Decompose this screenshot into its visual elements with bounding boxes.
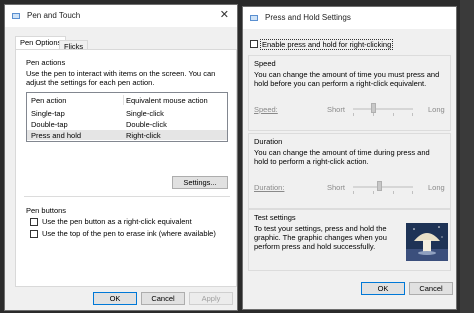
row-action: Double-tap [31, 120, 68, 129]
list-item-selected[interactable]: Press and hold Right-click [27, 130, 227, 140]
row-mouse: Single-click [126, 109, 164, 118]
duration-slider-track[interactable] [353, 186, 413, 188]
pen-and-touch-dialog: Pen and Touch ✕ Pen Options Flicks Pen a… [4, 4, 238, 311]
erase-ink-label: Use the top of the pen to erase ink (whe… [42, 229, 216, 238]
settings-button[interactable]: Settings... [172, 176, 228, 189]
speed-long-label: Long [428, 105, 445, 114]
pen-actions-description: Use the pen to interact with items on th… [26, 69, 216, 87]
speed-description: You can change the amount of time you mu… [254, 70, 440, 88]
row-action: Single-tap [31, 109, 65, 118]
pen-options-panel: Pen actions Use the pen to interact with… [15, 49, 237, 287]
enable-press-hold-label: Enable press and hold for right-clicking [260, 39, 394, 50]
row-mouse: Double-click [126, 120, 167, 129]
pen-touch-titlebar: Pen and Touch ✕ [5, 5, 237, 27]
duration-label: Duration: [254, 183, 285, 192]
press-hold-ok-button[interactable]: OK [361, 282, 405, 295]
row-action: Press and hold [31, 131, 82, 140]
test-settings-description: To test your settings, press and hold th… [254, 224, 387, 251]
right-click-label: Use the pen button as a right-click equi… [42, 217, 192, 226]
speed-tick [412, 113, 413, 116]
pen-touch-title: Pen and Touch [27, 11, 81, 20]
col-pen-action: Pen action [31, 96, 67, 105]
duration-short-label: Short [327, 183, 345, 192]
tab-pen-options-label: Pen Options [20, 38, 62, 47]
speed-slider-track[interactable] [353, 108, 413, 110]
pen-actions-divider [24, 196, 230, 197]
speed-slider-thumb[interactable] [371, 103, 376, 113]
row-mouse: Right-click [126, 131, 161, 140]
duration-description: You can change the amount of time during… [254, 148, 430, 166]
test-graphic-mushroom-icon[interactable] [406, 223, 448, 261]
pen-buttons-title: Pen buttons [26, 206, 67, 215]
duration-tick [412, 191, 413, 194]
speed-tick [373, 113, 374, 116]
duration-long-label: Long [428, 183, 445, 192]
speed-tick [393, 113, 394, 116]
desktop-edge [460, 0, 474, 313]
col-mouse-action: Equivalent mouse action [126, 96, 208, 105]
duration-slider-thumb[interactable] [377, 181, 382, 191]
pen-actions-list[interactable]: Pen action Equivalent mouse action Singl… [26, 92, 228, 142]
speed-tick [353, 113, 354, 116]
speed-title: Speed [254, 59, 276, 68]
duration-tick [353, 191, 354, 194]
test-settings-title: Test settings [254, 213, 296, 222]
speed-label: Speed: [254, 105, 278, 114]
press-hold-cancel-button[interactable]: Cancel [409, 282, 453, 295]
right-click-checkbox[interactable] [30, 218, 38, 226]
enable-press-hold-checkbox[interactable] [250, 40, 258, 48]
duration-tick [373, 191, 374, 194]
pen-touch-app-icon [12, 13, 20, 19]
duration-title: Duration [254, 137, 283, 146]
press-hold-dialog: Press and Hold Settings Enable press and… [242, 6, 457, 310]
pen-actions-title: Pen actions [26, 58, 66, 67]
ok-button[interactable]: OK [93, 292, 137, 305]
press-hold-app-icon [250, 15, 258, 21]
close-icon[interactable]: ✕ [220, 9, 229, 21]
speed-group [248, 55, 451, 131]
speed-short-label: Short [327, 105, 345, 114]
list-item[interactable]: Double-tap Double-click [27, 119, 227, 129]
press-hold-titlebar: Press and Hold Settings [243, 7, 456, 29]
list-header: Pen action Equivalent mouse action [27, 95, 227, 105]
erase-ink-checkbox[interactable] [30, 230, 38, 238]
cancel-button[interactable]: Cancel [141, 292, 185, 305]
list-item[interactable]: Single-tap Single-click [27, 108, 227, 118]
apply-button[interactable]: Apply [189, 292, 233, 305]
duration-tick [393, 191, 394, 194]
column-divider [123, 95, 124, 105]
press-hold-title: Press and Hold Settings [265, 13, 351, 22]
